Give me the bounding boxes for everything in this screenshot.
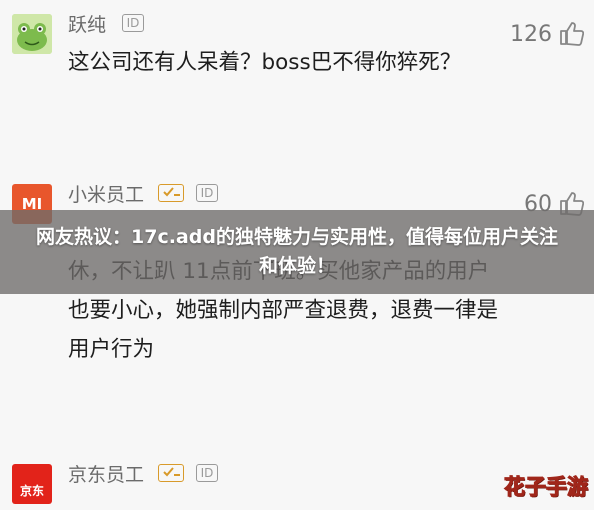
comment-username[interactable]: 跃纯: [68, 10, 106, 37]
jd-avatar-icon[interactable]: 京东: [12, 464, 52, 504]
id-badge: ID: [122, 14, 144, 32]
banner-title: 网友热议：17c.add的独特魅力与实用性，值得每位用户关注和体验！: [36, 226, 558, 277]
id-badge: ID: [196, 184, 218, 202]
verified-icon: [163, 467, 180, 477]
staff-verified-badge: [158, 464, 184, 482]
like-count: 126: [510, 22, 552, 47]
thumbs-up-icon[interactable]: [558, 20, 584, 46]
frog-avatar-icon[interactable]: [12, 14, 52, 54]
avatar-label: 京东: [19, 484, 44, 498]
comment-text: 这公司还有人呆着？boss巴不得你猝死？: [68, 50, 462, 75]
comment-username[interactable]: 京东员工: [68, 460, 144, 487]
staff-verified-badge: [158, 184, 184, 202]
verified-icon: [163, 187, 180, 197]
headline-banner: 网友热议：17c.add的独特魅力与实用性，值得每位用户关注和体验！: [0, 210, 594, 294]
comment-item: 跃纯 ID 126 这公司还有人呆着？boss巴不得你猝死？: [0, 0, 594, 150]
id-badge: ID: [196, 464, 218, 482]
comment-username[interactable]: 小米员工: [68, 180, 144, 207]
site-watermark: 花子手游: [504, 475, 589, 500]
